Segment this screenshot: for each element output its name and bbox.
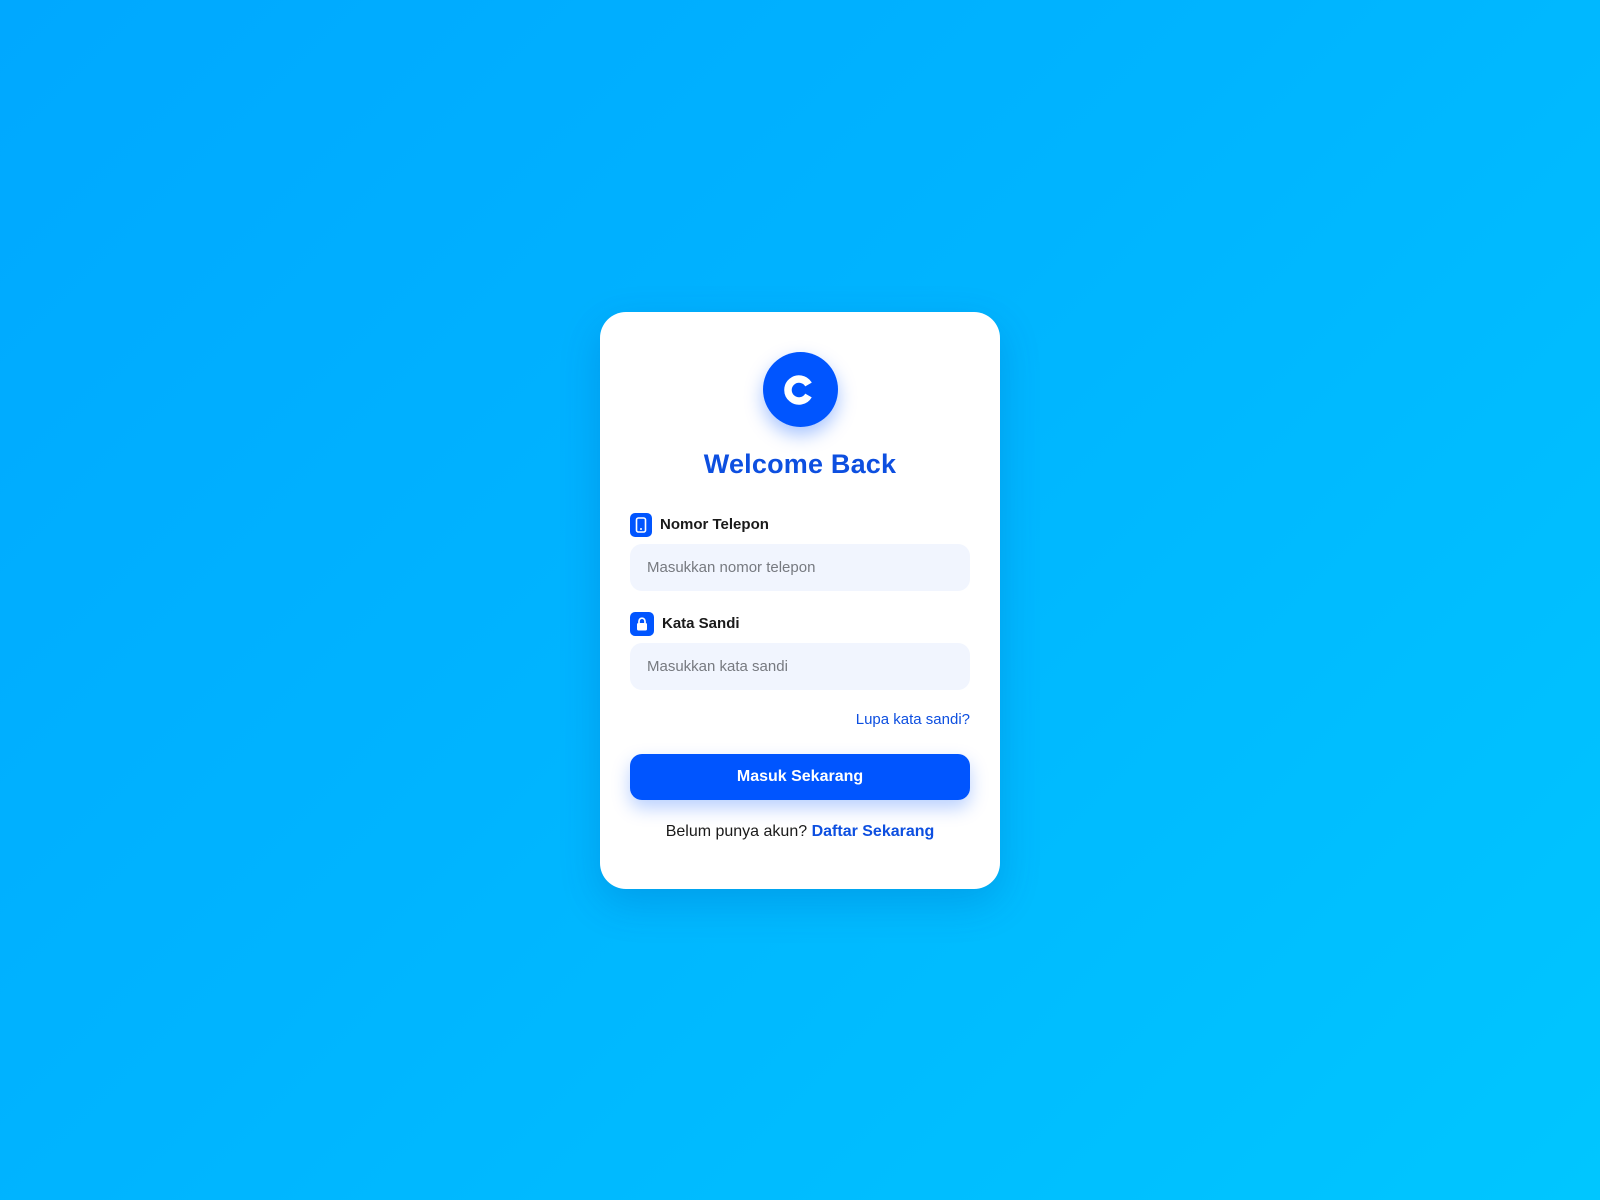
login-submit-button[interactable]: Masuk Sekarang xyxy=(630,754,970,800)
signup-row: Belum punya akun? Daftar Sekarang xyxy=(630,823,970,841)
phone-label: Nomor Telepon xyxy=(660,516,769,533)
phone-input[interactable] xyxy=(630,544,970,591)
forgot-password-link[interactable]: Lupa kata sandi? xyxy=(630,711,970,728)
password-input[interactable] xyxy=(630,643,970,690)
password-label-row: Kata Sandi xyxy=(630,611,970,636)
phone-field-group: Nomor Telepon xyxy=(630,512,970,591)
phone-icon xyxy=(630,512,652,537)
login-card: Welcome Back Nomor Telepon Kata Sandi xyxy=(600,312,1000,889)
password-label: Kata Sandi xyxy=(662,615,740,632)
c-logo-icon xyxy=(762,352,838,427)
signup-prompt: Belum punya akun? xyxy=(665,823,808,840)
lock-icon xyxy=(630,611,654,636)
phone-label-row: Nomor Telepon xyxy=(630,512,970,537)
page-title: Welcome Back xyxy=(703,449,897,479)
signup-link[interactable]: Daftar Sekarang xyxy=(812,823,935,840)
password-field-group: Kata Sandi xyxy=(630,611,970,690)
